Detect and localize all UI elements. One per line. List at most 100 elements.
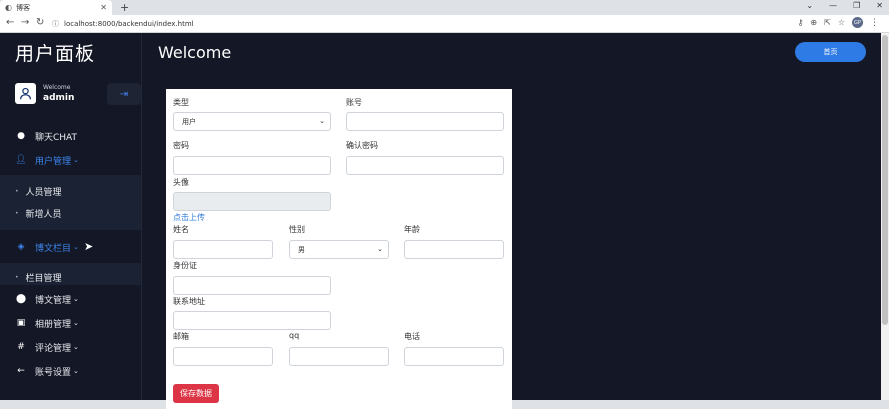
sidebar-item-account-settings[interactable]: ← 账号设置 ⌄: [0, 360, 141, 382]
confirm-password-label: 确认密码: [346, 141, 378, 150]
address-bar-actions: ⚷ ⊕ ⇱ ☆ GP ⋮: [798, 17, 879, 28]
site-info-icon[interactable]: ⓘ: [52, 19, 59, 29]
sidebar: 用户面板 Welcome admin ⇥ ● 聊天CHAT 👤︎ 用户管理 ⌄ …: [0, 33, 142, 400]
user-icon: 👤︎: [15, 155, 27, 165]
sidebar-item-label: 评论管理: [35, 343, 72, 354]
submenu-item-label: 新增人员: [25, 209, 62, 220]
more-menu-icon[interactable]: ⋮: [870, 18, 879, 28]
key-icon[interactable]: ⚷: [798, 18, 804, 27]
user-avatar: [15, 83, 36, 104]
sidebar-item-comment-management[interactable]: # 评论管理 ⌄: [0, 336, 141, 358]
profile-avatar[interactable]: GP: [852, 17, 863, 28]
chevron-down-icon: ⌄: [73, 295, 79, 303]
window-controls: ⌄ — ❐ ✕: [806, 1, 883, 10]
name-input[interactable]: [173, 240, 273, 259]
user-card: Welcome admin ⇥: [15, 83, 145, 107]
new-tab-button[interactable]: +: [120, 1, 129, 14]
share-icon[interactable]: ⇱: [824, 18, 831, 27]
submenu-item-column-management[interactable]: • 栏目管理: [0, 267, 141, 287]
bullet-icon: •: [15, 187, 19, 195]
logout-icon: ⇥: [119, 88, 129, 100]
type-label: 类型: [173, 98, 189, 107]
circle-icon: ⬤: [15, 294, 27, 304]
sidebar-item-label: 账号设置: [35, 367, 72, 378]
phone-label: 电话: [404, 332, 420, 341]
password-input[interactable]: [173, 156, 331, 175]
close-window-icon[interactable]: ✕: [876, 1, 883, 10]
id-card-label: 身份证: [173, 261, 197, 270]
bullet-icon: •: [15, 209, 19, 217]
chevron-down-icon: ⌄: [319, 117, 325, 125]
save-button[interactable]: 保存数据: [173, 384, 219, 403]
avatar-input: [173, 192, 331, 211]
qq-label: qq: [289, 331, 300, 340]
close-tab-icon[interactable]: ✕: [100, 3, 107, 12]
chevron-down-icon: ⌄: [73, 156, 79, 164]
scrollbar-thumb[interactable]: [882, 35, 888, 325]
type-select[interactable]: 用户 ⌄: [173, 112, 331, 131]
address-input[interactable]: [173, 311, 331, 330]
submenu-item-add-staff[interactable]: • 新增人员: [0, 203, 141, 223]
age-label: 年龄: [404, 225, 420, 234]
age-input[interactable]: [404, 240, 504, 259]
back-icon[interactable]: ←: [6, 17, 14, 28]
email-label: 邮箱: [173, 332, 189, 341]
restore-icon[interactable]: ❐: [853, 1, 860, 10]
bookmark-star-icon[interactable]: ☆: [838, 18, 845, 27]
sidebar-item-label: 博文管理: [35, 295, 72, 306]
sidebar-item-label: 相册管理: [35, 319, 72, 330]
chevron-down-icon: ⌄: [377, 245, 383, 253]
password-label: 密码: [173, 141, 189, 150]
browser-tab[interactable]: ◐ 博客 ✕: [0, 0, 112, 15]
minimize-icon[interactable]: —: [829, 1, 837, 10]
phone-input[interactable]: [404, 347, 504, 366]
address-label: 联系地址: [173, 297, 205, 306]
sidebar-item-label: 聊天CHAT: [35, 132, 78, 143]
chevron-down-icon: ⌄: [73, 367, 79, 375]
chevron-down-icon: ⌄: [73, 243, 79, 251]
page-title: Welcome: [158, 43, 232, 62]
bullet-icon: •: [15, 273, 19, 281]
image-icon: ▣: [16, 318, 26, 328]
sidebar-item-label: 用户管理: [35, 156, 72, 167]
welcome-text: Welcome: [43, 84, 71, 91]
sidebar-item-blog-column[interactable]: ◈ 博文栏目 ⌄: [0, 236, 141, 258]
sidebar-item-blog-management[interactable]: ⬤ 博文管理 ⌄: [0, 288, 141, 310]
account-input[interactable]: [346, 112, 504, 131]
browser-tab-bar: ◐ 博客 ✕ + ⌄ — ❐ ✕: [0, 0, 889, 15]
column-submenu: • 栏目管理: [0, 263, 141, 285]
id-card-input[interactable]: [173, 276, 331, 295]
url-field[interactable]: ⓘ localhost:8000/backendui/index.html: [52, 17, 792, 31]
logout-button[interactable]: ⇥: [107, 83, 141, 105]
user-icon: [19, 87, 32, 100]
page-scrollbar[interactable]: [881, 33, 889, 400]
email-input[interactable]: [173, 347, 273, 366]
submenu-item-label: 栏目管理: [25, 273, 62, 284]
user-submenu: • 人员管理 • 新增人员: [0, 175, 141, 230]
box-icon: ◈: [17, 242, 25, 252]
url-text: localhost:8000/backendui/index.html: [64, 20, 194, 28]
tab-title: 博客: [15, 3, 30, 12]
reload-icon[interactable]: ↻: [36, 17, 44, 28]
submenu-item-staff[interactable]: • 人员管理: [0, 181, 141, 201]
forward-icon[interactable]: →: [21, 17, 29, 28]
panel-title: 用户面板: [15, 43, 96, 65]
user-form: 类型 用户 ⌄ 账号 密码 确认密码 头像 点击上传 姓名 性别 男 ⌄ 年龄 …: [166, 89, 512, 409]
account-label: 账号: [346, 98, 362, 107]
qq-input[interactable]: [289, 347, 389, 366]
sidebar-item-album-management[interactable]: ▣ 相册管理 ⌄: [0, 312, 141, 334]
zoom-icon[interactable]: ⊕: [810, 18, 817, 27]
name-label: 姓名: [173, 225, 189, 234]
tab-search-icon[interactable]: ⌄: [806, 1, 813, 10]
sidebar-item-chat[interactable]: ● 聊天CHAT: [0, 125, 141, 147]
address-bar: ← → ↻ ⓘ localhost:8000/backendui/index.h…: [0, 15, 889, 33]
upload-link[interactable]: 点击上传: [173, 212, 205, 223]
submenu-item-label: 人员管理: [25, 187, 62, 198]
home-button[interactable]: 首页: [795, 42, 866, 62]
confirm-password-input[interactable]: [346, 156, 504, 175]
avatar-label: 头像: [173, 178, 189, 187]
gender-select[interactable]: 男 ⌄: [289, 240, 389, 259]
gender-select-value: 男: [298, 245, 305, 254]
chevron-down-icon: ⌄: [73, 319, 79, 327]
sidebar-item-user-management[interactable]: 👤︎ 用户管理 ⌄: [0, 149, 141, 171]
